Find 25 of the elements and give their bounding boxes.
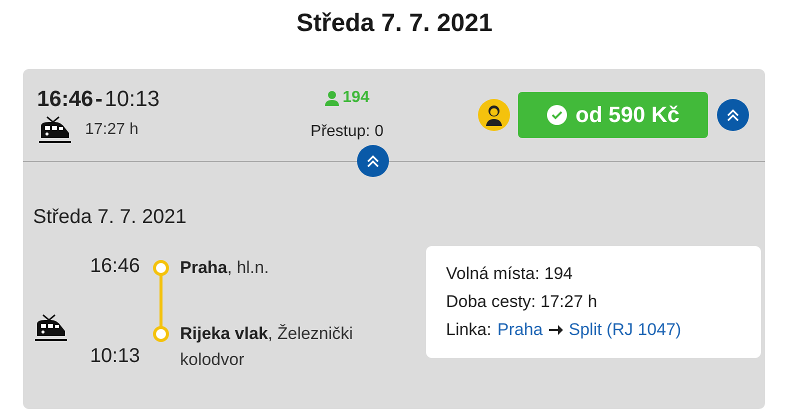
- page-title: Středa 7. 7. 2021: [296, 9, 492, 38]
- agent-icon: [478, 99, 510, 131]
- expand-toggle[interactable]: [717, 99, 749, 131]
- origin-link[interactable]: Praha: [497, 316, 543, 344]
- seats-line: Volná místa: 194: [446, 263, 574, 285]
- arrow-icon: [548, 324, 563, 336]
- train-icon: [33, 314, 67, 342]
- person-icon: [324, 90, 339, 106]
- station-name: Rijeka vlak, Železnički kolodvor: [180, 324, 353, 369]
- line-label: Linka:: [446, 319, 492, 341]
- route-link[interactable]: Split (RJ 1047): [568, 316, 682, 344]
- stop-time: 16:46: [90, 255, 140, 277]
- stop-time: 10:13: [90, 345, 140, 367]
- departure-time: 16:46: [37, 86, 94, 112]
- travel-duration: 17:27 h: [85, 121, 138, 139]
- station-name: Praha, hl.n.: [180, 258, 269, 277]
- arrival-time: 10:13: [104, 86, 160, 112]
- time-separator: -: [95, 86, 103, 112]
- detail-date: Středa 7. 7. 2021: [33, 206, 188, 229]
- train-icon: [37, 116, 71, 144]
- transfer-count: Přestup: 0: [310, 122, 384, 141]
- free-seats: 194: [342, 89, 370, 108]
- duration-line: Doba cesty: 17:27 h: [446, 291, 598, 313]
- collapse-toggle[interactable]: [357, 145, 389, 177]
- check-icon: [546, 105, 567, 125]
